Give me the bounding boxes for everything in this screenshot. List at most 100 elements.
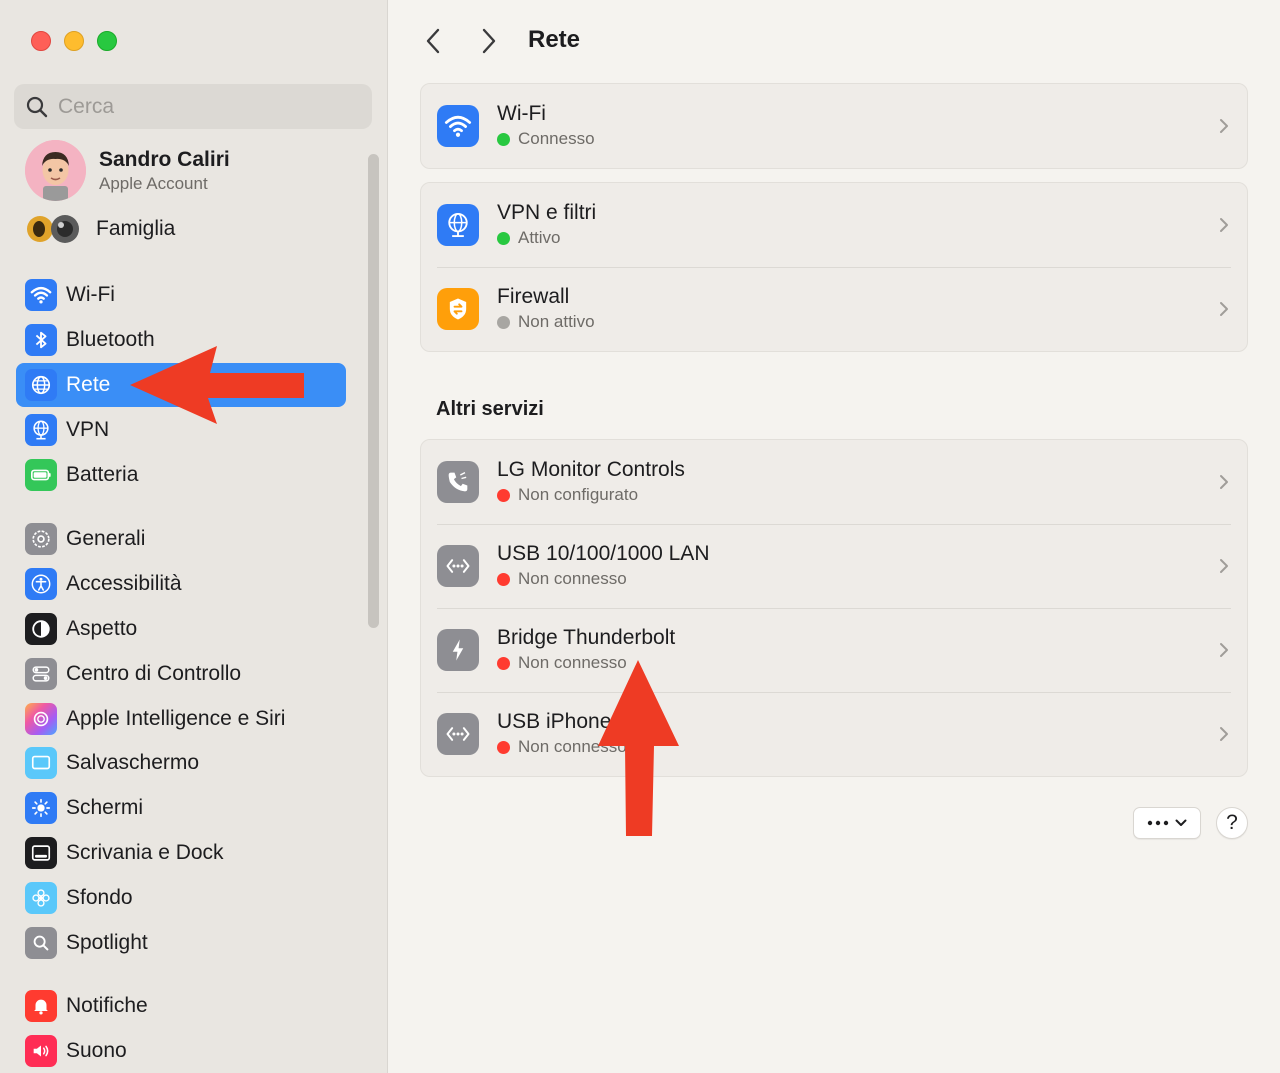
zoom-window-button[interactable] xyxy=(97,31,117,51)
status-badge: Non attivo xyxy=(497,310,595,334)
status-text: Non connesso xyxy=(518,737,627,756)
sidebar-label: Generali xyxy=(66,527,146,551)
service-row-usb-lan[interactable]: USB 10/100/1000 LAN Non connesso xyxy=(421,524,1247,608)
row-title: USB 10/100/1000 LAN xyxy=(497,542,710,565)
sidebar-item-accessibilita[interactable]: Accessibilità xyxy=(16,562,346,607)
sidebar-label: Scrivania e Dock xyxy=(66,840,224,864)
minimize-window-button[interactable] xyxy=(64,31,84,51)
service-row-usb-iphone[interactable]: USB iPhone Non connesso xyxy=(421,692,1247,776)
control-center-icon xyxy=(25,657,57,690)
service-row-bridge-thunderbolt[interactable]: Bridge Thunderbolt Non connesso xyxy=(421,608,1247,692)
family-avatars-icon xyxy=(25,210,83,248)
more-actions-button[interactable] xyxy=(1133,807,1201,839)
sidebar-item-rete[interactable]: Rete xyxy=(16,362,346,408)
chevron-right-icon xyxy=(1220,218,1228,232)
status-dot-icon xyxy=(497,231,510,245)
status-badge: Non configurato xyxy=(497,483,685,507)
gear-icon xyxy=(25,523,57,556)
row-title: USB iPhone xyxy=(497,710,612,733)
section-title-altri-servizi: Altri servizi xyxy=(436,398,544,420)
sidebar-group-notifications: Notifiche Suono xyxy=(16,984,346,1073)
sidebar-label: Rete xyxy=(66,372,111,396)
search-icon xyxy=(26,96,48,117)
chevron-right-icon xyxy=(1220,559,1228,573)
status-text: Non attivo xyxy=(518,312,595,331)
vpn-filters-row[interactable]: VPN e filtri Attivo xyxy=(421,183,1247,267)
back-button[interactable] xyxy=(418,26,448,56)
sidebar-item-sfondo[interactable]: Sfondo xyxy=(16,875,346,920)
status-text: Non connesso xyxy=(518,653,627,672)
row-title: LG Monitor Controls xyxy=(497,458,685,481)
chevron-right-icon xyxy=(1220,643,1228,657)
sidebar-item-schermi[interactable]: Schermi xyxy=(16,786,346,831)
account-name: Sandro Caliri xyxy=(99,147,230,171)
dock-icon xyxy=(25,836,57,869)
chevron-right-icon xyxy=(1220,727,1228,741)
sidebar-item-apple-intelligence-siri[interactable]: Apple Intelligence e Siri xyxy=(16,696,346,741)
vpn-globe-icon xyxy=(437,204,479,246)
sidebar-item-scrivania-dock[interactable]: Scrivania e Dock xyxy=(16,831,346,876)
status-dot-icon xyxy=(497,572,510,586)
firewall-row[interactable]: Firewall Non attivo xyxy=(421,267,1247,351)
wifi-icon xyxy=(25,279,57,312)
sidebar-item-centro-di-controllo[interactable]: Centro di Controllo xyxy=(16,651,346,696)
sidebar-label: Spotlight xyxy=(66,930,148,954)
appearance-icon xyxy=(25,612,57,645)
status-badge: Non connesso xyxy=(497,735,627,759)
sidebar-label: Suono xyxy=(66,1039,127,1063)
status-text: Attivo xyxy=(518,228,561,247)
help-button[interactable]: ? xyxy=(1216,807,1248,839)
sidebar-label: Schermi xyxy=(66,796,144,820)
sidebar-item-famiglia[interactable]: Famiglia xyxy=(25,210,175,248)
sidebar-item-generali[interactable]: Generali xyxy=(16,517,346,562)
chevron-right-icon xyxy=(1220,302,1228,316)
status-dot-icon xyxy=(497,656,510,670)
globe-icon xyxy=(25,368,57,401)
status-text: Non connesso xyxy=(518,569,627,588)
search-field[interactable] xyxy=(14,84,372,129)
service-row-lg-monitor[interactable]: LG Monitor Controls Non configurato xyxy=(421,440,1247,524)
ethernet-icon xyxy=(437,713,479,755)
sidebar-item-wifi[interactable]: Wi-Fi xyxy=(16,273,346,318)
close-window-button[interactable] xyxy=(31,31,51,51)
wifi-row[interactable]: Wi-Fi Connesso xyxy=(421,84,1247,168)
sidebar-label: Apple Intelligence e Siri xyxy=(66,706,286,730)
phone-icon xyxy=(437,461,479,503)
bluetooth-icon xyxy=(25,324,57,357)
sidebar-label: Notifiche xyxy=(66,994,148,1018)
search-input[interactable] xyxy=(58,94,358,119)
vpn-firewall-card: VPN e filtri Attivo Firewall Non attivo xyxy=(420,182,1248,352)
siri-icon xyxy=(25,702,57,735)
screensaver-icon xyxy=(25,747,57,780)
speaker-icon xyxy=(25,1035,57,1068)
status-badge: Connesso xyxy=(497,127,595,151)
sidebar-item-batteria[interactable]: Batteria xyxy=(16,452,346,497)
sidebar-item-salvaschermo[interactable]: Salvaschermo xyxy=(16,741,346,786)
status-badge: Non connesso xyxy=(497,651,675,675)
chevron-down-icon xyxy=(1175,819,1187,826)
memoji-icon xyxy=(25,140,86,201)
chevron-right-icon xyxy=(482,28,496,54)
sidebar: Sandro Caliri Apple Account Famiglia Wi-… xyxy=(0,0,388,1073)
sidebar-label: Aspetto xyxy=(66,616,138,640)
sidebar-item-bluetooth[interactable]: Bluetooth xyxy=(16,318,346,363)
forward-button[interactable] xyxy=(474,26,504,56)
row-title: Firewall xyxy=(497,285,570,308)
wifi-card: Wi-Fi Connesso xyxy=(420,83,1248,169)
sidebar-group-network: Wi-Fi Bluetooth Rete VPN Batteria xyxy=(16,273,346,497)
sidebar-item-notifiche[interactable]: Notifiche xyxy=(16,984,346,1029)
ellipsis-icon xyxy=(1147,820,1169,826)
sidebar-label: Salvaschermo xyxy=(66,751,200,775)
main-content: Rete Wi-Fi Connesso VPN e filtri Attivo xyxy=(388,0,1280,1073)
sidebar-item-vpn[interactable]: VPN xyxy=(16,407,346,452)
page-title: Rete xyxy=(528,26,581,53)
sidebar-item-spotlight[interactable]: Spotlight xyxy=(16,920,346,965)
battery-icon xyxy=(25,458,57,491)
sidebar-item-suono[interactable]: Suono xyxy=(16,1029,346,1073)
sidebar-scrollbar[interactable] xyxy=(368,154,379,628)
status-text: Connesso xyxy=(518,129,595,148)
chevron-left-icon xyxy=(426,28,440,54)
sun-icon xyxy=(25,792,57,825)
apple-account[interactable]: Sandro Caliri Apple Account xyxy=(25,140,230,201)
sidebar-item-aspetto[interactable]: Aspetto xyxy=(16,607,346,652)
